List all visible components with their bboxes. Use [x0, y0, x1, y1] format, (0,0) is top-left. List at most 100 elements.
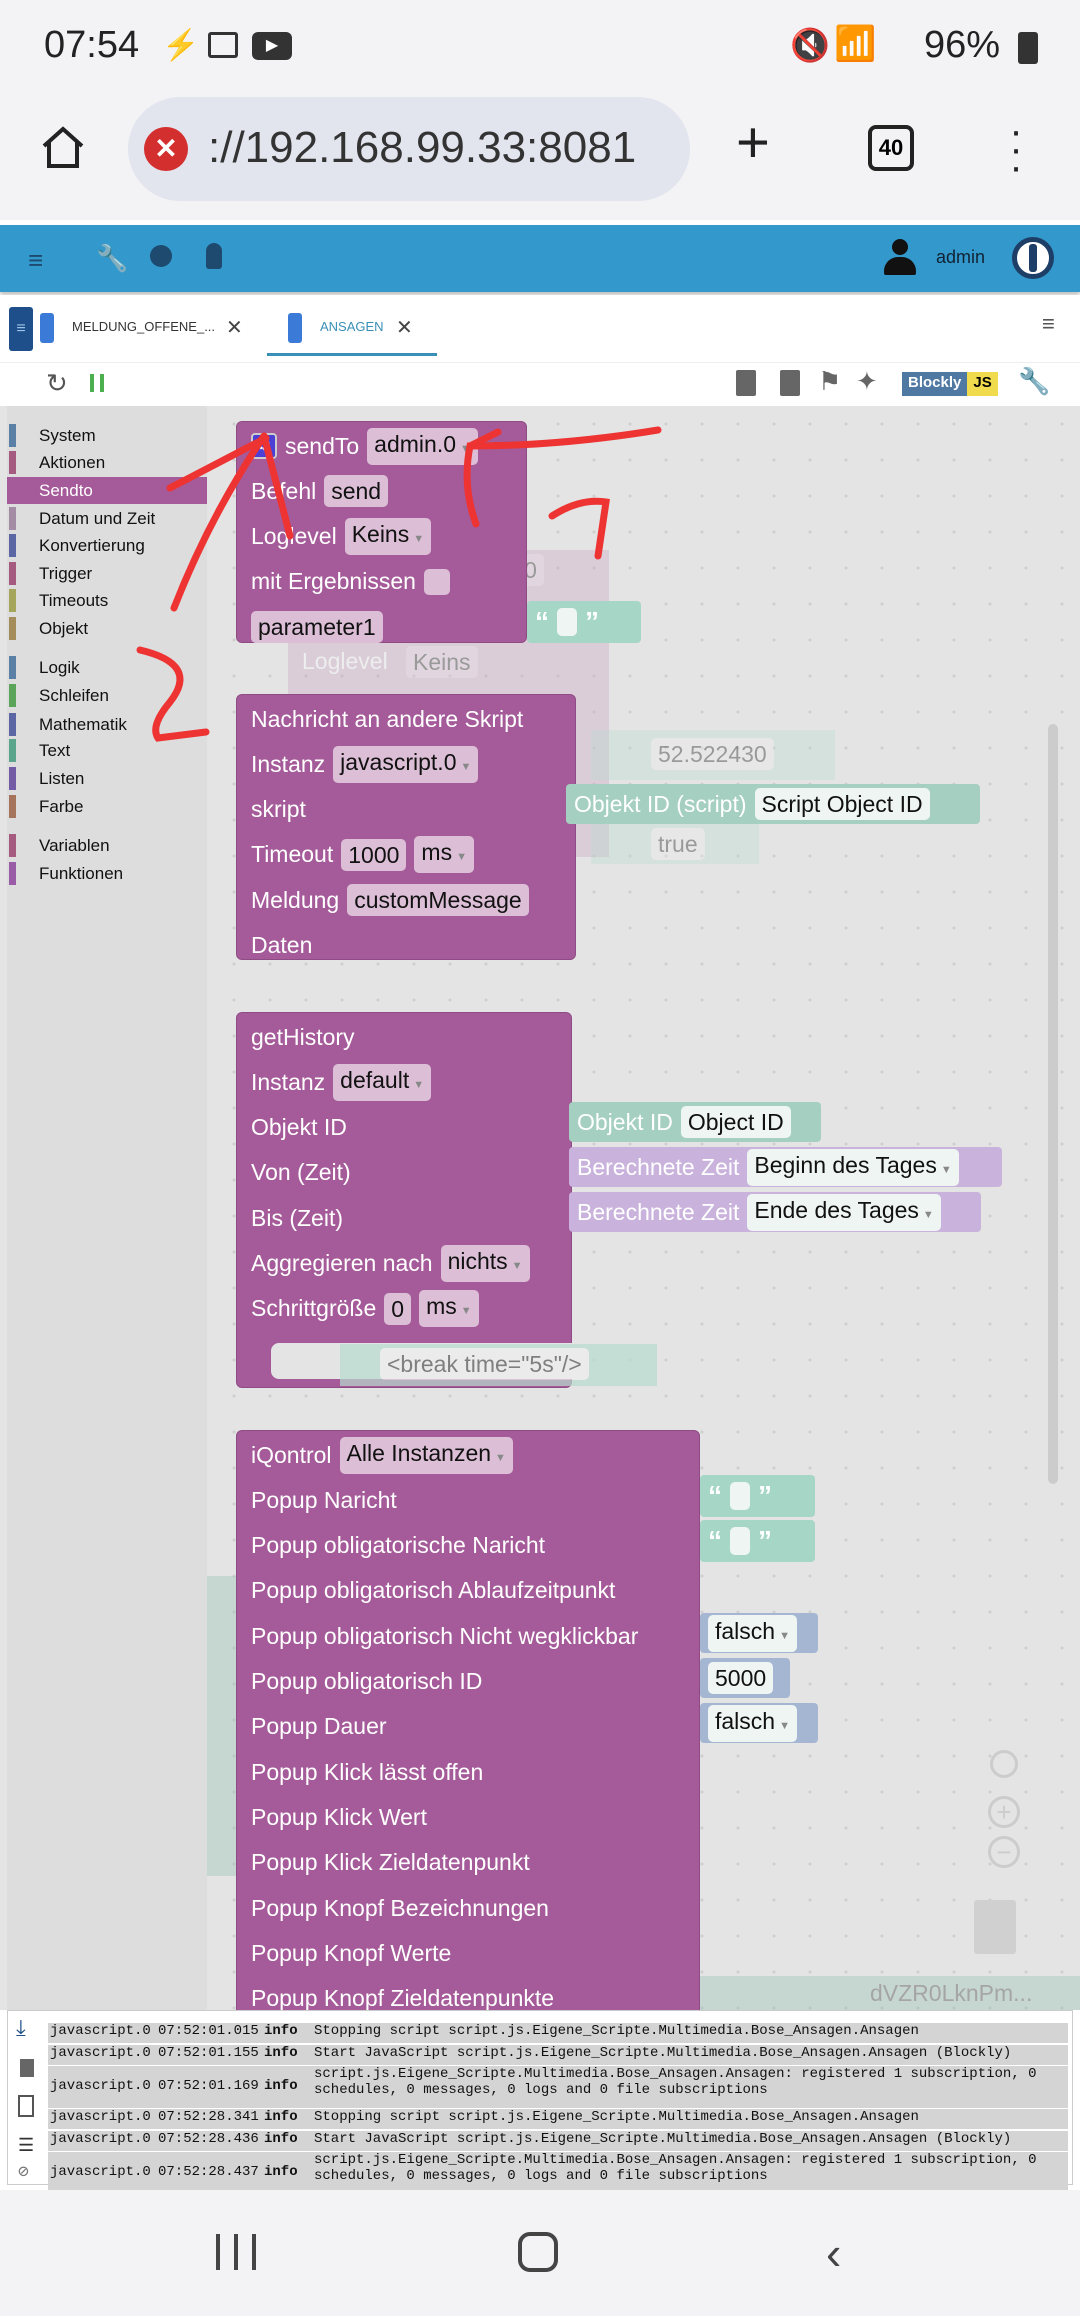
block-label: Popup Dauer	[251, 1713, 387, 1740]
trash-icon[interactable]	[974, 1900, 1016, 1954]
field-value: Alle Instanzen	[346, 1439, 492, 1466]
block-label: Popup Knopf Bezeichnungen	[251, 1894, 549, 1921]
log-time: 07:52:01.169	[158, 2078, 259, 2094]
clear-log-icon[interactable]	[20, 2059, 34, 2077]
mute-icon: 🔇	[790, 27, 830, 63]
log-message: script.js.Eigene_Scripte.Multimedia.Bose…	[314, 2152, 1037, 2184]
log-time: 07:52:28.436	[158, 2131, 259, 2147]
editor-toolbar: ↻ ⚑ ✦ Blockly JS 🔧	[0, 364, 1080, 406]
url-bar[interactable]: ✕ ://192.168.99.33:8081	[128, 97, 690, 201]
recent-apps-button[interactable]	[216, 2234, 256, 2270]
block-label: Popup Knopf Werte	[251, 1939, 452, 1966]
text-value-block[interactable]: “”	[700, 1520, 815, 1562]
block-row: Popup obligatorisch Nicht wegklickbar	[251, 1616, 638, 1656]
dropdown-field[interactable]: falsch ▼	[708, 1704, 797, 1742]
quote-open-icon: “	[708, 1480, 722, 1511]
zoom-out-icon[interactable]: −	[988, 1836, 1020, 1868]
blockly-workspace[interactable]: System Aktionen Sendto Datum und Zeit Konver…	[0, 406, 1080, 2010]
tab-meldung-offene[interactable]: MELDUNG_OFFENE_...	[72, 319, 215, 334]
number-value-block[interactable]: 5000	[700, 1658, 790, 1698]
tabs-menu-icon[interactable]: ≡	[1042, 311, 1055, 337]
new-tab-icon[interactable]: +	[736, 114, 770, 172]
battery-icon	[1018, 32, 1038, 64]
dropdown-arrow-icon: ▼	[495, 1451, 506, 1464]
settings-wrench-icon[interactable]: 🔧	[1018, 366, 1050, 397]
back-button[interactable]: ‹	[826, 2226, 841, 2280]
url-text[interactable]: ://192.168.99.33:8081	[208, 123, 678, 173]
quote-close-icon: ”	[758, 1525, 772, 1556]
log-level: info	[264, 2164, 298, 2180]
dropdown-field[interactable]: falsch ▼	[708, 1614, 797, 1652]
recenter-icon[interactable]	[990, 1750, 1018, 1778]
log-level: info	[264, 2078, 298, 2094]
wifi-icon: 📶	[834, 25, 877, 63]
block-row: Popup obligatorisch Ablaufzeitpunkt	[251, 1571, 615, 1611]
text-field[interactable]	[730, 1482, 750, 1510]
log-message: Stopping script script.js.Eigene_Scripte…	[314, 2023, 919, 2039]
log-detail-icon[interactable]: ☰	[18, 2135, 34, 2157]
tab-count-button[interactable]: 40	[868, 125, 914, 171]
log-source: javascript.0	[50, 2023, 151, 2039]
block-row: Popup Klick Wert	[251, 1797, 427, 1837]
blockly-js-toggle[interactable]: Blockly JS	[902, 372, 998, 396]
dropdown-arrow-icon: ▼	[779, 1719, 790, 1732]
theme-icon[interactable]	[150, 245, 172, 267]
log-row: javascript.0 07:52:28.341 info Stopping scr…	[48, 2109, 1068, 2131]
status-bar: 07:54 ⚡ ▶ 🔇 📶 96%	[0, 0, 1080, 92]
expert-mode-icon[interactable]	[206, 243, 222, 269]
more-menu-icon[interactable]: · · ·	[1008, 111, 1024, 187]
quote-close-icon: ”	[758, 1480, 772, 1511]
log-message: Start JavaScript script.js.Eigene_Script…	[314, 2045, 1012, 2061]
blockly-file-icon	[40, 313, 54, 343]
blockly-label[interactable]: Blockly	[902, 372, 968, 396]
hide-icon[interactable]: ⊘	[18, 2161, 29, 2183]
log-source: javascript.0	[50, 2109, 151, 2125]
close-icon[interactable]: ✕	[226, 315, 243, 340]
block-label: Popup Knopf Zieldatenpunkte	[251, 1985, 555, 2010]
block-label: Popup obligatorisch Ablaufzeitpunkt	[251, 1577, 616, 1604]
dropdown-field[interactable]: Alle Instanzen ▼	[339, 1436, 513, 1474]
close-icon[interactable]: ✕	[396, 315, 413, 340]
insecure-icon[interactable]: ✕	[144, 127, 188, 171]
home-icon[interactable]	[40, 124, 86, 170]
username[interactable]: admin	[936, 247, 985, 268]
scroll-to-bottom-icon[interactable]: ⤓	[16, 2017, 26, 2042]
import-icon[interactable]	[780, 370, 800, 396]
hamburger-icon[interactable]: ≡	[28, 245, 43, 276]
text-value-block[interactable]: “”	[700, 1475, 815, 1517]
ghost-text: dVZR0LknPm...	[870, 1980, 1033, 2006]
sparkles-icon[interactable]: ✦	[856, 366, 878, 397]
app-header: ≡ 🔧 admin	[0, 225, 1080, 292]
field-value: falsch	[715, 1617, 776, 1644]
blockly-file-icon	[288, 313, 302, 343]
log-source: javascript.0	[50, 2045, 151, 2061]
bool-value-block[interactable]: falsch ▼	[700, 1613, 818, 1653]
home-button[interactable]	[518, 2232, 558, 2272]
script-list-toggle[interactable]: ≡	[9, 307, 33, 351]
block-row: Popup Knopf Zieldatenpunkte	[251, 1979, 554, 2010]
text-field[interactable]: 5000	[708, 1662, 774, 1694]
log-row: javascript.0 07:52:28.436 info Start JavaSc…	[48, 2131, 1068, 2153]
flag-icon[interactable]: ⚑	[818, 366, 841, 397]
tab-ansagen[interactable]: ANSAGEN	[320, 319, 384, 334]
zoom-in-icon[interactable]: +	[988, 1796, 1020, 1828]
restart-icon[interactable]: ↻	[46, 368, 68, 399]
block-row: Popup Knopf Bezeichnungen	[251, 1888, 549, 1928]
field-value: 5000	[715, 1665, 767, 1691]
battery-percent: 96%	[924, 24, 1001, 66]
bool-value-block[interactable]: falsch ▼	[700, 1703, 818, 1743]
active-tab-indicator	[267, 353, 437, 356]
log-level: info	[264, 2131, 298, 2147]
block-label: iQontrol	[251, 1441, 332, 1468]
user-icon[interactable]	[884, 239, 916, 277]
text-field[interactable]	[730, 1527, 750, 1555]
image-icon	[208, 32, 238, 58]
wrench-icon[interactable]: 🔧	[96, 243, 128, 274]
youtube-icon: ▶	[252, 32, 292, 60]
pause-icon[interactable]	[90, 374, 104, 392]
copy-icon[interactable]	[18, 2095, 34, 2117]
export-icon[interactable]	[736, 370, 756, 396]
block-label: Popup Klick Zieldatenpunkt	[251, 1849, 530, 1876]
js-label[interactable]: JS	[967, 372, 998, 396]
iqontrol-block[interactable]: iQontrol Alle Instanzen ▼ Popup Naricht Popu…	[236, 1430, 700, 2010]
